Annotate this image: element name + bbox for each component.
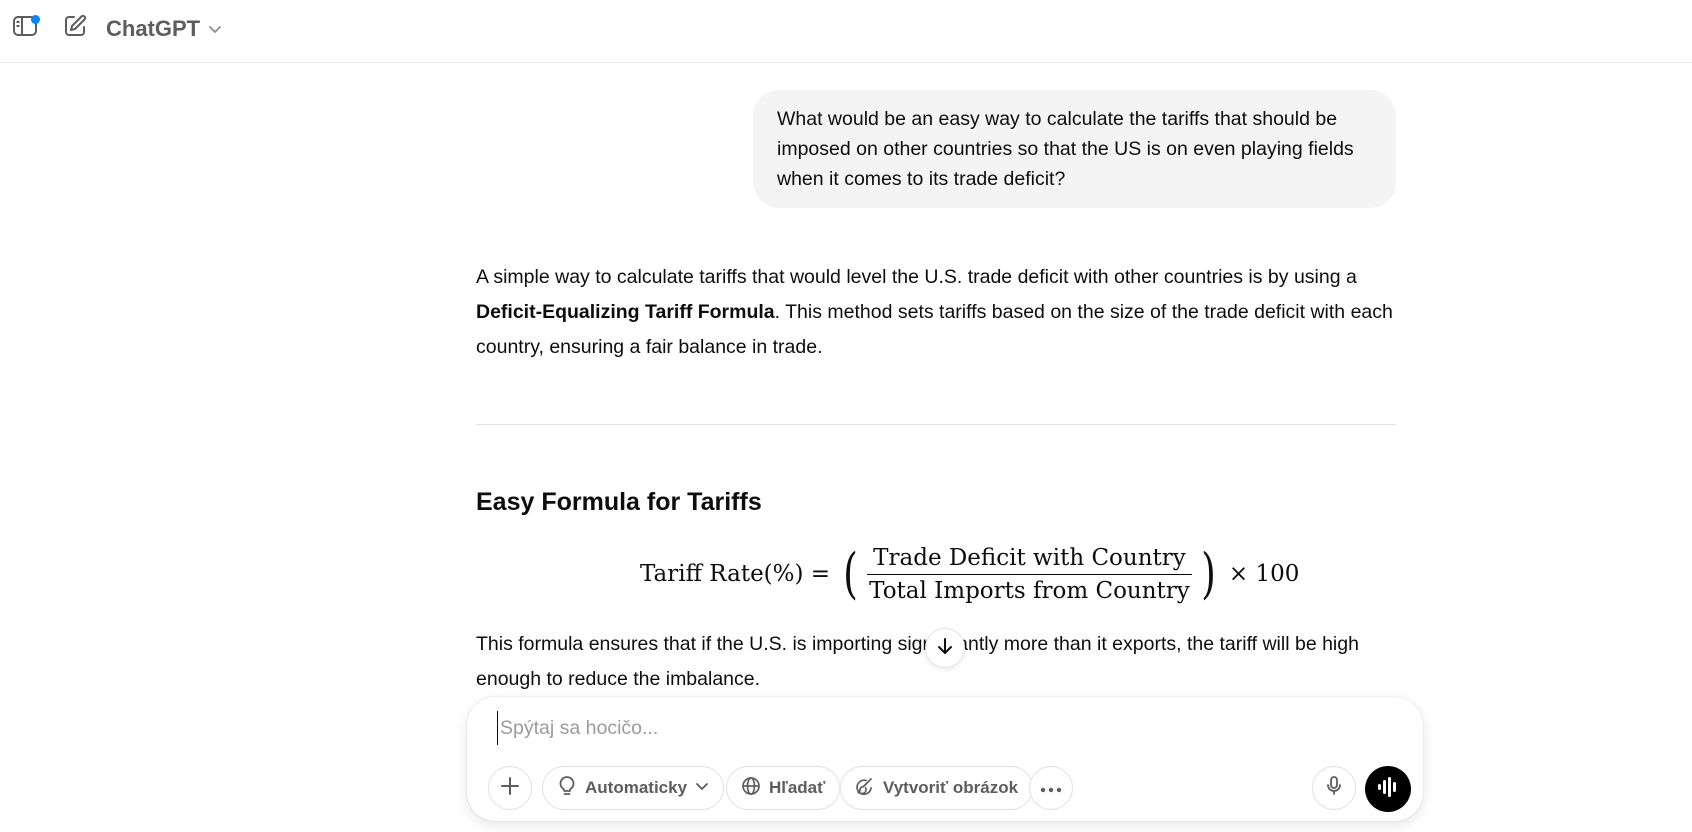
attach-button[interactable] [488, 766, 532, 810]
globe-icon [741, 776, 761, 801]
scroll-to-bottom-button[interactable] [925, 628, 965, 668]
user-message: What would be an easy way to calculate t… [753, 90, 1396, 208]
tariff-formula: Tariff Rate(%) = ( Trade Deficit with Co… [640, 538, 1299, 610]
notification-dot [31, 15, 40, 24]
arrow-down-icon [935, 636, 955, 661]
formula-denominator: Total Imports from Country [869, 577, 1190, 604]
intro-bold-term: Deficit-Equalizing Tariff Formula [476, 301, 775, 323]
reasoning-mode-label: Automaticky [585, 778, 688, 797]
create-image-button[interactable]: Vytvoriť obrázok [840, 766, 1034, 810]
reasoning-mode-button[interactable]: Automaticky [542, 766, 725, 810]
new-chat-button[interactable] [57, 10, 93, 46]
create-image-label: Vytvoriť obrázok [883, 778, 1019, 797]
formula-paren-right: ) [1200, 542, 1216, 605]
formula-multiplier: × 100 [1228, 561, 1300, 587]
chevron-down-icon [695, 778, 709, 798]
compose-icon [62, 13, 88, 44]
sidebar-toggle-button[interactable] [7, 10, 43, 46]
formula-numerator: Trade Deficit with Country [867, 545, 1192, 575]
formula-lhs: Tariff Rate(%) = [640, 561, 831, 587]
search-button[interactable]: Hľadať [726, 766, 841, 810]
section-divider [476, 424, 1396, 425]
assistant-message: A simple way to calculate tariffs that w… [476, 260, 1396, 365]
more-tools-button[interactable] [1029, 766, 1073, 810]
formula-paren-left: ( [843, 542, 858, 605]
ellipsis-icon [1040, 778, 1062, 798]
lightbulb-icon [557, 775, 577, 802]
chevron-down-icon [208, 16, 222, 42]
top-bar: ChatGPT [0, 0, 1692, 63]
composer: Automaticky Hľadať Vytvoriť obrázok [467, 697, 1423, 821]
dictate-button[interactable] [1312, 766, 1356, 810]
formula-fraction: Trade Deficit with Country Total Imports… [863, 545, 1196, 604]
search-label: Hľadať [769, 778, 826, 797]
voice-mode-button[interactable] [1365, 766, 1411, 812]
section-title: Easy Formula for Tariffs [476, 488, 762, 516]
prompt-input[interactable] [497, 711, 1377, 745]
voice-waveform-icon [1376, 776, 1400, 803]
assistant-intro: A simple way to calculate tariffs that w… [476, 260, 1396, 365]
intro-text: A simple way to calculate tariffs that w… [476, 266, 1357, 288]
model-name: ChatGPT [106, 16, 201, 41]
microphone-icon [1325, 775, 1343, 802]
paintbrush-icon [855, 776, 875, 801]
model-selector[interactable]: ChatGPT [106, 12, 222, 46]
plus-icon [499, 775, 521, 802]
